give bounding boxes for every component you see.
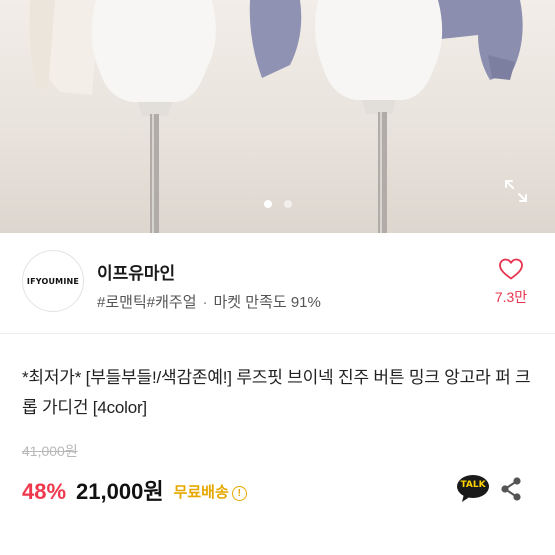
info-icon[interactable]: ! xyxy=(231,486,247,501)
product-title: *최저가* [부들부들!/색감존예!] 루즈핏 브이넥 진주 버튼 밍크 앙고라… xyxy=(22,368,531,417)
seller-section: IFYOUMINE 이프유마인 #로맨틱#캐주얼 · 마켓 만족도 91% 7.3만 xyxy=(0,233,555,333)
seller-logo[interactable]: IFYOUMINE xyxy=(22,250,84,312)
separator-dot: · xyxy=(202,294,208,311)
free-shipping-label[interactable]: 무료배송 xyxy=(174,484,229,501)
carousel-dot-active[interactable] xyxy=(263,200,272,208)
original-price: 41,000원 xyxy=(22,443,78,459)
seller-tags: #로맨틱#캐주얼 · 마켓 만족도 91% xyxy=(97,291,321,312)
section-divider xyxy=(0,333,555,334)
carousel-dot[interactable] xyxy=(283,200,292,208)
expand-icon[interactable] xyxy=(503,178,529,204)
heart-outline-icon xyxy=(499,258,523,280)
kakao-talk-button[interactable]: TALK xyxy=(456,474,490,504)
share-icon[interactable] xyxy=(498,476,524,502)
seller-name[interactable]: 이프유마인 xyxy=(97,259,175,284)
wish-count: 7.3만 xyxy=(494,289,528,305)
product-image-carousel[interactable] xyxy=(0,0,555,233)
seller-tag[interactable]: #캐주얼 xyxy=(147,294,197,311)
seller-tag[interactable]: #로맨틱 xyxy=(97,294,147,311)
discount-rate: 48% xyxy=(22,479,67,504)
wish-button[interactable]: 7.3만 xyxy=(480,257,542,307)
carousel-indicator xyxy=(0,195,555,213)
sale-price: 21,000원 xyxy=(76,479,164,504)
price-row: 48% 21,000원 무료배송! xyxy=(22,474,247,506)
seller-logo-text: IFYOUMINE xyxy=(26,276,80,286)
market-satisfaction: 마켓 만족도 91% xyxy=(213,294,321,311)
talk-label: TALK xyxy=(460,480,486,490)
